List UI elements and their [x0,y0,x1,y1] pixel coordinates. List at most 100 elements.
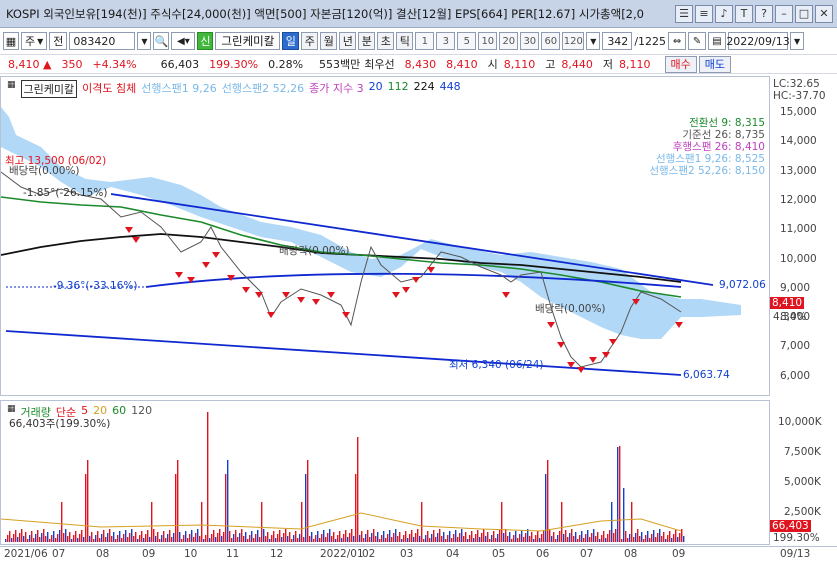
volume-bar [423,539,425,542]
search-icon[interactable]: 🔍 [153,32,170,50]
volume-bar [329,529,331,542]
volume-bar [249,535,251,542]
current-volume-pct: 199.30% [773,532,820,544]
interval-5[interactable]: 5 [457,32,477,50]
volume-bar [665,539,667,542]
volume-bar [427,531,429,542]
volume-bar [267,532,269,542]
interval-20[interactable]: 20 [499,32,519,50]
tab-day[interactable]: 일 [282,32,300,50]
volume-bar [99,538,101,542]
volume-bar [447,535,449,542]
volume-bar [237,537,239,542]
window-settings-icon[interactable]: ☰ [675,4,693,23]
volume-bar [407,538,409,542]
date-dropdown-icon[interactable]: ▼ [790,32,805,50]
speaker-icon[interactable]: ◀▾ [171,32,196,50]
volume-bar [109,529,111,542]
code-dropdown-icon[interactable]: ▼ [137,32,152,50]
legend-span2: 선행스팬2 52,26 [221,82,305,95]
window-link-icon[interactable]: ♪ [715,4,733,23]
tab-month[interactable]: 월 [320,32,338,50]
market-select[interactable]: 주 ▼ [21,32,48,50]
type-button[interactable]: 전 [49,32,68,50]
count-input[interactable]: 342 [602,32,633,50]
volume-bar [629,534,631,542]
interval-3[interactable]: 3 [436,32,456,50]
volume-bar [49,539,51,542]
window-close-icon[interactable]: ✕ [815,4,833,23]
volume-bar [131,529,133,542]
window-list-icon[interactable]: ≡ [695,4,713,23]
volume-bar [215,537,217,542]
interval-60[interactable]: 60 [541,32,561,50]
interval-30[interactable]: 30 [520,32,540,50]
volume-bar [101,534,103,542]
volume-bar [293,535,295,542]
price-axis-label: 12,000 [780,193,817,206]
price-chart[interactable]: ▦ 그린케미칼 이격도 침체 선행스팬1 9,26 선행스팬2 52,26 종가… [0,76,770,396]
date-input[interactable]: 2022/09/13 [726,32,790,50]
grid-icon[interactable]: ▦ [7,80,16,98]
volume-bar [181,539,183,542]
volume-bar [137,539,139,542]
window-minimize-icon[interactable]: – [775,4,793,23]
stock-code-input[interactable]: 083420 [69,32,136,50]
grid-menu-icon[interactable]: ▦ [3,32,19,50]
tab-year[interactable]: 년 [339,32,357,50]
volume-bar [187,538,189,542]
volume-bar [275,538,277,542]
volume-bar [89,536,91,542]
window-help-icon[interactable]: ? [755,4,773,23]
volume-bar [57,534,59,542]
volume-bar [231,538,233,542]
volume-bar [297,538,299,542]
volume-bar [103,530,105,542]
price-axis-label: 14,000 [780,135,817,148]
volume-chart[interactable]: ▦ 거래량 단순 5 20 60 120 66,403주(199.30%) [0,400,770,545]
volume-bar [619,446,621,542]
disparity-arrow [312,299,320,305]
volume-bar [227,460,229,542]
sell-button[interactable]: 매도 [698,55,732,73]
buy-button[interactable]: 매수 [664,55,697,73]
legend-span1: 선행스팬1 9,26 [141,82,217,95]
volume-bar [123,534,125,542]
tab-second[interactable]: 초 [377,32,395,50]
volume-bar [549,529,551,542]
tab-minute[interactable]: 분 [358,32,376,50]
tab-tick[interactable]: 틱 [396,32,414,50]
zoom-icon[interactable]: ⇔ [668,32,687,50]
window-text-icon[interactable]: T [735,4,753,23]
window-maximize-icon[interactable]: □ [795,4,813,23]
volume-axis: 10,000K 7,500K 5,000K 2,500K 66,403 199.… [770,400,837,545]
volume-bar [55,538,57,542]
volume-bar [159,539,161,542]
calendar-icon[interactable]: ▤ [708,32,727,50]
interval-1[interactable]: 1 [415,32,435,50]
volume-bar [27,539,29,542]
ichimoku-cloud [1,107,741,339]
open-label: 시 [487,58,498,71]
interval-dropdown-icon[interactable]: ▼ [586,32,601,50]
trade-amount: 553백만 [319,58,361,71]
disparity-arrow [402,287,410,293]
low-annotation: 최저 6,340 (06/24) [449,359,544,371]
quote-bar: 8,410 ▲ 350 +4.34% 66,403 199.30% 0.28% … [0,54,837,74]
volume-bar [345,530,347,542]
volume-bar [481,533,483,542]
interval-120[interactable]: 120 [562,32,585,50]
draw-icon[interactable]: ✎ [688,32,707,50]
volume-bar [285,529,287,542]
best-bid: 8,410 [446,57,478,71]
volume-bar [225,474,227,542]
volume-bar [631,502,633,542]
volume-bar [47,532,49,542]
volume-bar [193,537,195,542]
volume-bar [147,530,149,542]
volume-bar [389,530,391,542]
volume-bar [459,533,461,542]
tab-week[interactable]: 주 [301,32,319,50]
interval-10[interactable]: 10 [478,32,498,50]
volume-bar [363,538,365,542]
